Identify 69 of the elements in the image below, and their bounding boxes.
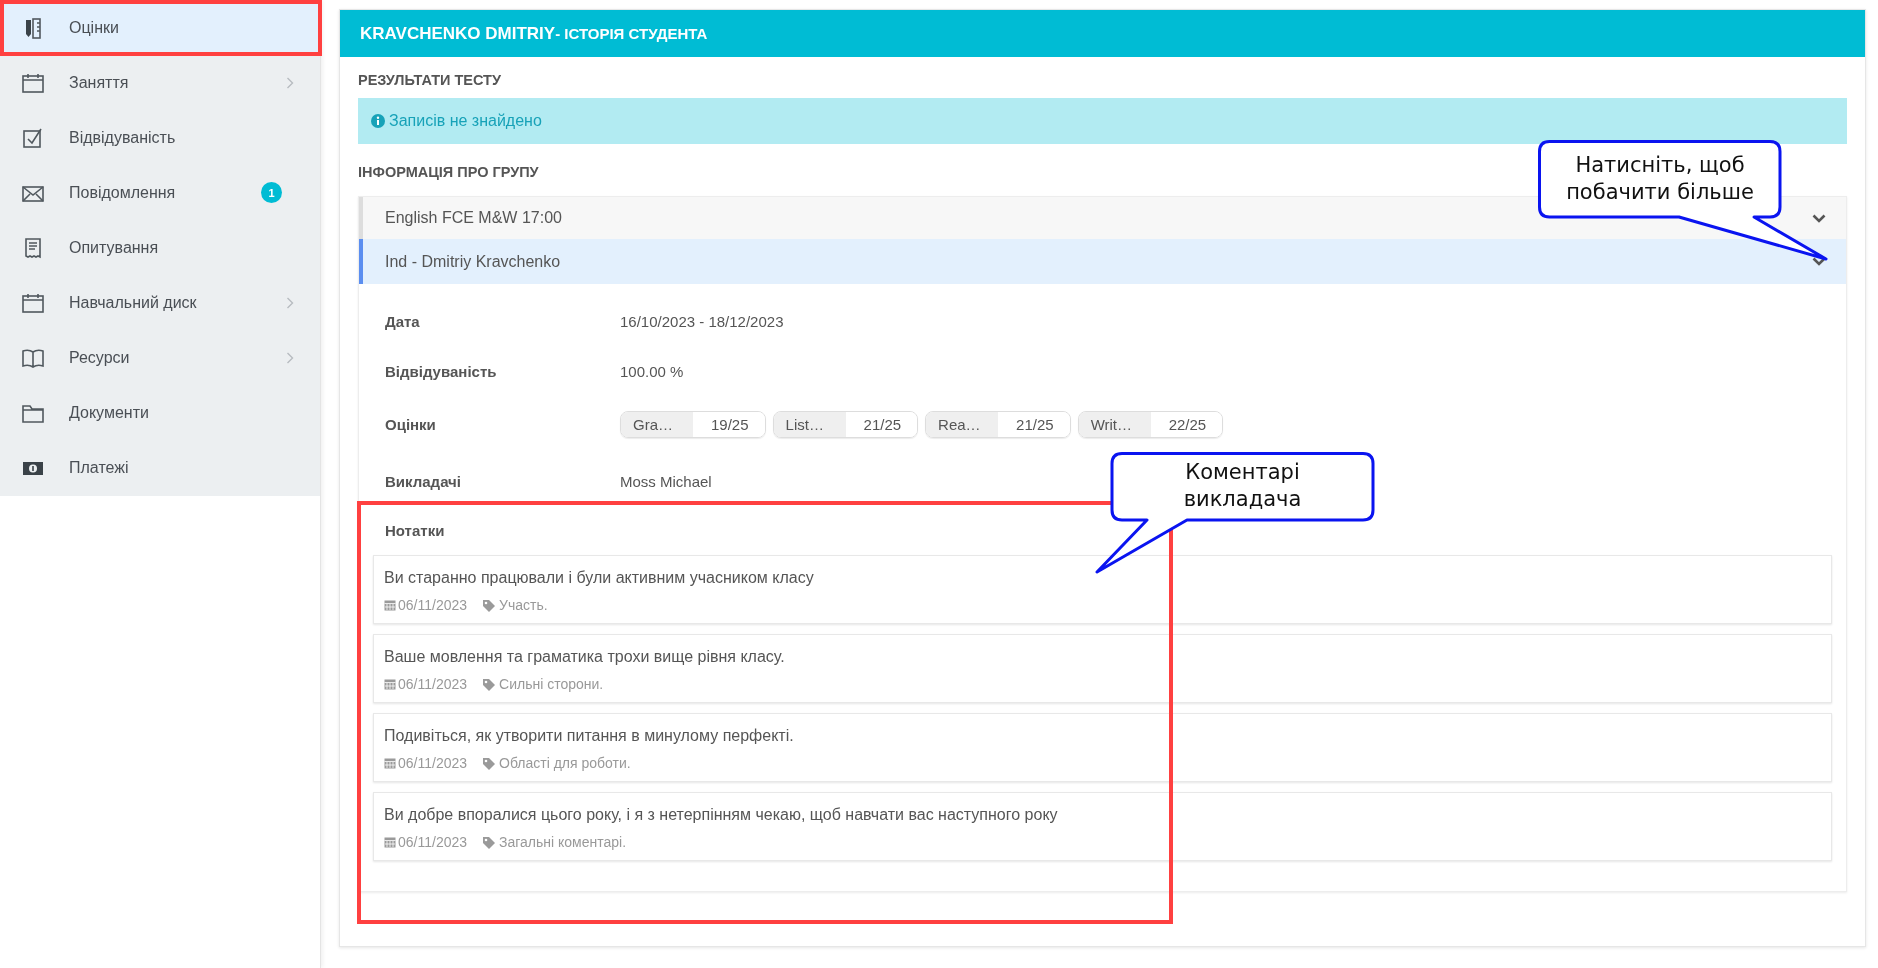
note-date: 06/11/2023 [398, 755, 468, 771]
alert-message: Записів не знайдено [389, 112, 542, 130]
nav-item[interactable]: Заняття [0, 55, 320, 110]
nav-item[interactable]: Повідомлення 1 [0, 165, 320, 220]
score-name: Rea… [926, 411, 999, 437]
note-text: Ваше мовлення та граматика трохи вище рівня класу. [384, 648, 786, 666]
note-date: 06/11/2023 [398, 676, 468, 692]
nav-label: Заняття [69, 73, 130, 92]
score-value: 21/25 [845, 411, 918, 437]
score-name: List… [773, 411, 846, 437]
nav-label: Ресурси [69, 348, 131, 367]
tag-icon [482, 598, 496, 612]
field-value: 100.00 % [620, 362, 684, 380]
note-tag: Сильні сторони. [499, 676, 604, 692]
tag-icon [482, 835, 496, 849]
note-tag: Області для роботи. [499, 755, 631, 771]
nav-label: Опитування [69, 238, 160, 257]
chevron-down-icon [1812, 213, 1826, 223]
note-text: Ви добре впоралися цього року, і я з нетерпінням чекаю, щоб навчати вас наступного року [384, 806, 1059, 824]
section-heading: РЕЗУЛЬТАТИ ТЕСТУ [358, 72, 501, 88]
field-label: Дата [384, 312, 421, 330]
nav-item[interactable]: Опитування [0, 220, 320, 275]
nav-label: Оцінки [69, 18, 120, 37]
group-name: English FCE M&W 17:00 [385, 209, 563, 227]
note-text: Подивіться, як утворити питання в минулому перфекті. [384, 727, 795, 745]
accordion-header[interactable]: Ind - Dmitriy Kravchenko [359, 239, 1846, 284]
score-name: Writ… [1078, 411, 1151, 437]
score-value: 22/25 [1150, 411, 1223, 437]
field-value: 16/10/2023 - 18/12/2023 [620, 312, 784, 330]
group-name: Ind - Dmitriy Kravchenko [385, 252, 562, 271]
calendar-icon [384, 836, 396, 848]
note-date: 06/11/2023 [398, 834, 468, 850]
nav-label: Відвідуваність [69, 128, 177, 147]
score-name: Gra… [621, 411, 693, 437]
tag-icon [482, 677, 496, 691]
note-date: 06/11/2023 [398, 597, 468, 613]
field-label: Оцінки [384, 415, 437, 433]
nav-item[interactable]: Відвідуваність [0, 110, 320, 165]
tag-icon [482, 756, 496, 770]
nav-label: Повідомлення [69, 183, 177, 202]
note-tag: Участь. [499, 597, 548, 613]
calendar-icon [22, 71, 44, 94]
section-heading: ІНФОРМАЦІЯ ПРО ГРУПУ [358, 164, 539, 180]
checkbox-icon [22, 126, 44, 149]
book-icon [22, 346, 44, 369]
nav-item[interactable]: Навчальний диск [0, 275, 320, 330]
note-text: Ви старанно працювали і були активним учасником класу [384, 569, 815, 587]
field-label: Відвідуваність [384, 362, 498, 380]
nav-item[interactable]: Платежі [0, 440, 320, 495]
calendar-icon [384, 757, 396, 769]
nav-label: Документи [69, 403, 150, 422]
nav-item[interactable]: Ресурси [0, 330, 320, 385]
count-badge: 1 [261, 182, 282, 203]
score-value: 19/25 [693, 411, 765, 437]
note-tag: Загальні коментарі. [499, 834, 627, 850]
panel-title: KRAVCHENKO DMITRIY- ІСТОРІЯ СТУДЕНТА [340, 10, 1865, 57]
calendar-icon [384, 599, 396, 611]
receipt-icon [22, 236, 44, 259]
field-label: Викладачі [384, 472, 462, 490]
score-value: 21/25 [998, 411, 1070, 437]
calendar-icon [22, 291, 44, 314]
callout-text: Коментарі викладача [1182, 458, 1303, 513]
notes-heading: Нотатки [384, 521, 446, 541]
nav-label: Платежі [69, 458, 130, 477]
nav-item[interactable]: Документи [0, 385, 320, 440]
nav-label: Навчальний диск [69, 293, 198, 312]
calendar-icon [384, 678, 396, 690]
field-value: Moss Michael [620, 472, 712, 490]
info-icon [371, 114, 385, 128]
